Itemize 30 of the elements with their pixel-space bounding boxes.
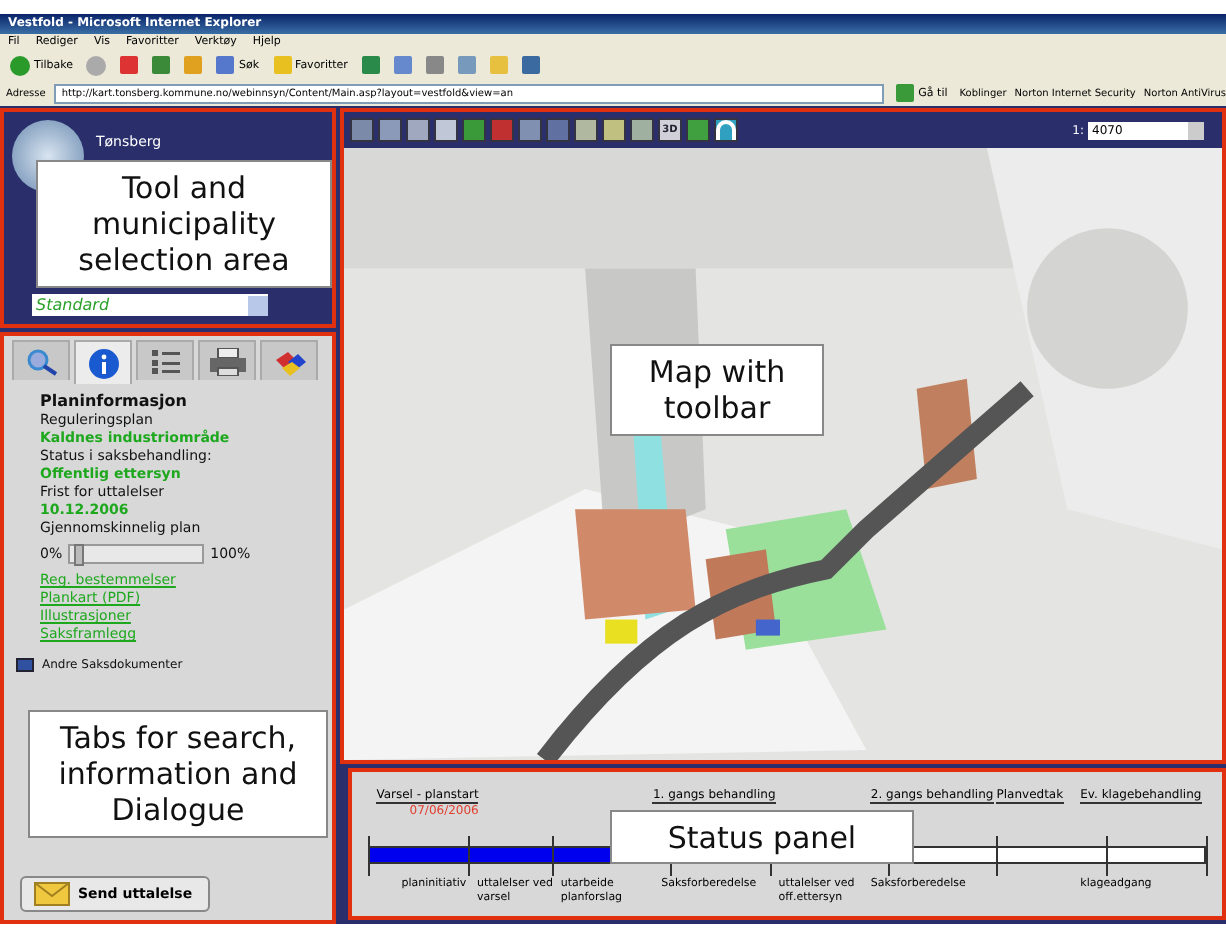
envelope-icon (34, 882, 70, 906)
tab[interactable] (12, 340, 70, 380)
annotation-callout: Tabs for search, information and Dialogue (28, 710, 328, 838)
toolbar-button[interactable] (517, 56, 544, 74)
map-tool-button[interactable] (630, 118, 654, 142)
toolbar-button[interactable] (453, 56, 480, 74)
annotation-callout: Tool and municipality selection area (36, 160, 332, 288)
layers-icon (271, 347, 307, 375)
toolbar-button[interactable] (389, 56, 416, 74)
toolbar-button[interactable] (421, 56, 448, 74)
annotation-callout: Status panel (610, 810, 914, 864)
toolbar-button[interactable] (357, 56, 384, 74)
map-tool-button[interactable] (574, 118, 598, 142)
tab[interactable] (136, 340, 194, 380)
tab[interactable] (260, 340, 318, 380)
panel-title: Planinformasjon (40, 390, 189, 412)
annotation-callout: Map with toolbar (610, 344, 824, 436)
list-icon (151, 349, 179, 373)
toolbar-button[interactable] (148, 56, 175, 74)
info-icon (87, 347, 119, 379)
magnifier-icon (25, 347, 57, 375)
map-tool-button[interactable] (434, 118, 458, 142)
tab[interactable] (74, 340, 132, 384)
tab[interactable] (198, 340, 256, 380)
map-tool-button[interactable] (406, 118, 430, 142)
transparency-slider[interactable] (68, 544, 205, 564)
theme-dropdown[interactable]: Standard (32, 294, 268, 316)
map-tool-button[interactable] (602, 118, 626, 142)
toolbar-button[interactable] (116, 56, 143, 74)
printer-icon (209, 347, 245, 375)
